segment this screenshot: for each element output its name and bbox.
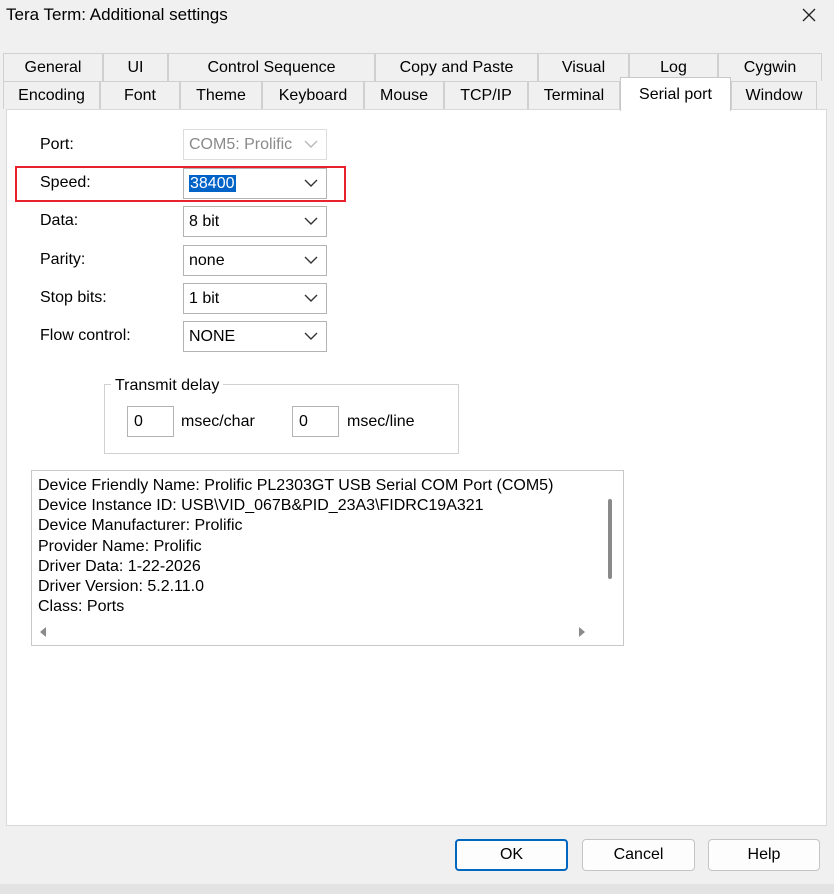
- tab-mouse[interactable]: Mouse: [364, 81, 444, 109]
- msec-char-unit: msec/char: [181, 413, 255, 430]
- serial-port-panel: [6, 109, 827, 826]
- horizontal-scrollbar[interactable]: [32, 621, 623, 645]
- tab-general[interactable]: General: [3, 53, 103, 81]
- transmit-delay-legend: Transmit delay: [111, 377, 224, 395]
- chevron-down-icon: [304, 256, 318, 264]
- data-select[interactable]: 8 bit: [183, 206, 327, 237]
- flow-control-label: Flow control:: [40, 327, 131, 344]
- tab-encoding[interactable]: Encoding: [3, 81, 100, 109]
- speed-highlight-box: [15, 166, 346, 202]
- info-line: Class: Ports: [38, 598, 125, 615]
- title-bar: Tera Term: Additional settings: [0, 0, 834, 30]
- info-line: Provider Name: Prolific: [38, 538, 202, 555]
- scroll-right-icon[interactable]: [577, 626, 587, 638]
- vertical-scrollbar-thumb[interactable]: [608, 499, 612, 579]
- tab-theme[interactable]: Theme: [180, 81, 262, 109]
- tab-terminal[interactable]: Terminal: [528, 81, 620, 109]
- info-line: Device Instance ID: USB\VID_067B&PID_23A…: [38, 497, 484, 514]
- cancel-button[interactable]: Cancel: [582, 839, 695, 871]
- chevron-down-icon: [304, 217, 318, 225]
- stop-bits-value: 1 bit: [189, 289, 220, 307]
- stop-bits-select[interactable]: 1 bit: [183, 283, 327, 314]
- parity-label: Parity:: [40, 251, 86, 268]
- data-label: Data:: [40, 212, 79, 229]
- tab-cygwin[interactable]: Cygwin: [718, 53, 822, 81]
- port-select[interactable]: COM5: Prolific: [183, 129, 327, 160]
- msec-line-input[interactable]: 0: [292, 406, 339, 437]
- msec-char-input[interactable]: 0: [127, 406, 174, 437]
- tab-tcp-ip[interactable]: TCP/IP: [444, 81, 528, 109]
- info-line: Device Manufacturer: Prolific: [38, 517, 243, 534]
- close-icon: [802, 8, 816, 22]
- port-label: Port:: [40, 136, 74, 153]
- tab-control-sequence[interactable]: Control Sequence: [168, 53, 375, 81]
- help-button[interactable]: Help: [708, 839, 820, 871]
- tab-ui[interactable]: UI: [103, 53, 168, 81]
- ok-button[interactable]: OK: [455, 839, 568, 871]
- chevron-down-icon: [304, 294, 318, 302]
- close-button[interactable]: [786, 0, 832, 30]
- tab-keyboard[interactable]: Keyboard: [262, 81, 364, 109]
- window-bottom-edge: [0, 884, 834, 894]
- tab-window[interactable]: Window: [731, 81, 817, 109]
- tab-copy-and-paste[interactable]: Copy and Paste: [375, 53, 538, 81]
- flow-control-select[interactable]: NONE: [183, 321, 327, 352]
- port-value: COM5: Prolific: [189, 135, 293, 153]
- parity-select[interactable]: none: [183, 245, 327, 276]
- stop-bits-label: Stop bits:: [40, 289, 107, 306]
- tab-serial-port[interactable]: Serial port: [620, 77, 731, 111]
- data-value: 8 bit: [189, 212, 220, 230]
- tab-font[interactable]: Font: [100, 81, 180, 109]
- tab-visual[interactable]: Visual: [538, 53, 629, 81]
- flow-control-value: NONE: [189, 327, 236, 345]
- chevron-down-icon: [304, 332, 318, 340]
- info-line: Driver Data: 1-22-2026: [38, 558, 201, 575]
- device-info-box[interactable]: Device Friendly Name: Prolific PL2303GT …: [31, 470, 624, 646]
- info-line: Device Friendly Name: Prolific PL2303GT …: [38, 477, 554, 494]
- parity-value: none: [189, 251, 225, 269]
- info-line: Driver Version: 5.2.11.0: [38, 578, 205, 595]
- chevron-down-icon: [304, 140, 318, 148]
- window-title: Tera Term: Additional settings: [6, 5, 228, 24]
- scroll-left-icon[interactable]: [38, 626, 48, 638]
- msec-line-unit: msec/line: [347, 413, 415, 430]
